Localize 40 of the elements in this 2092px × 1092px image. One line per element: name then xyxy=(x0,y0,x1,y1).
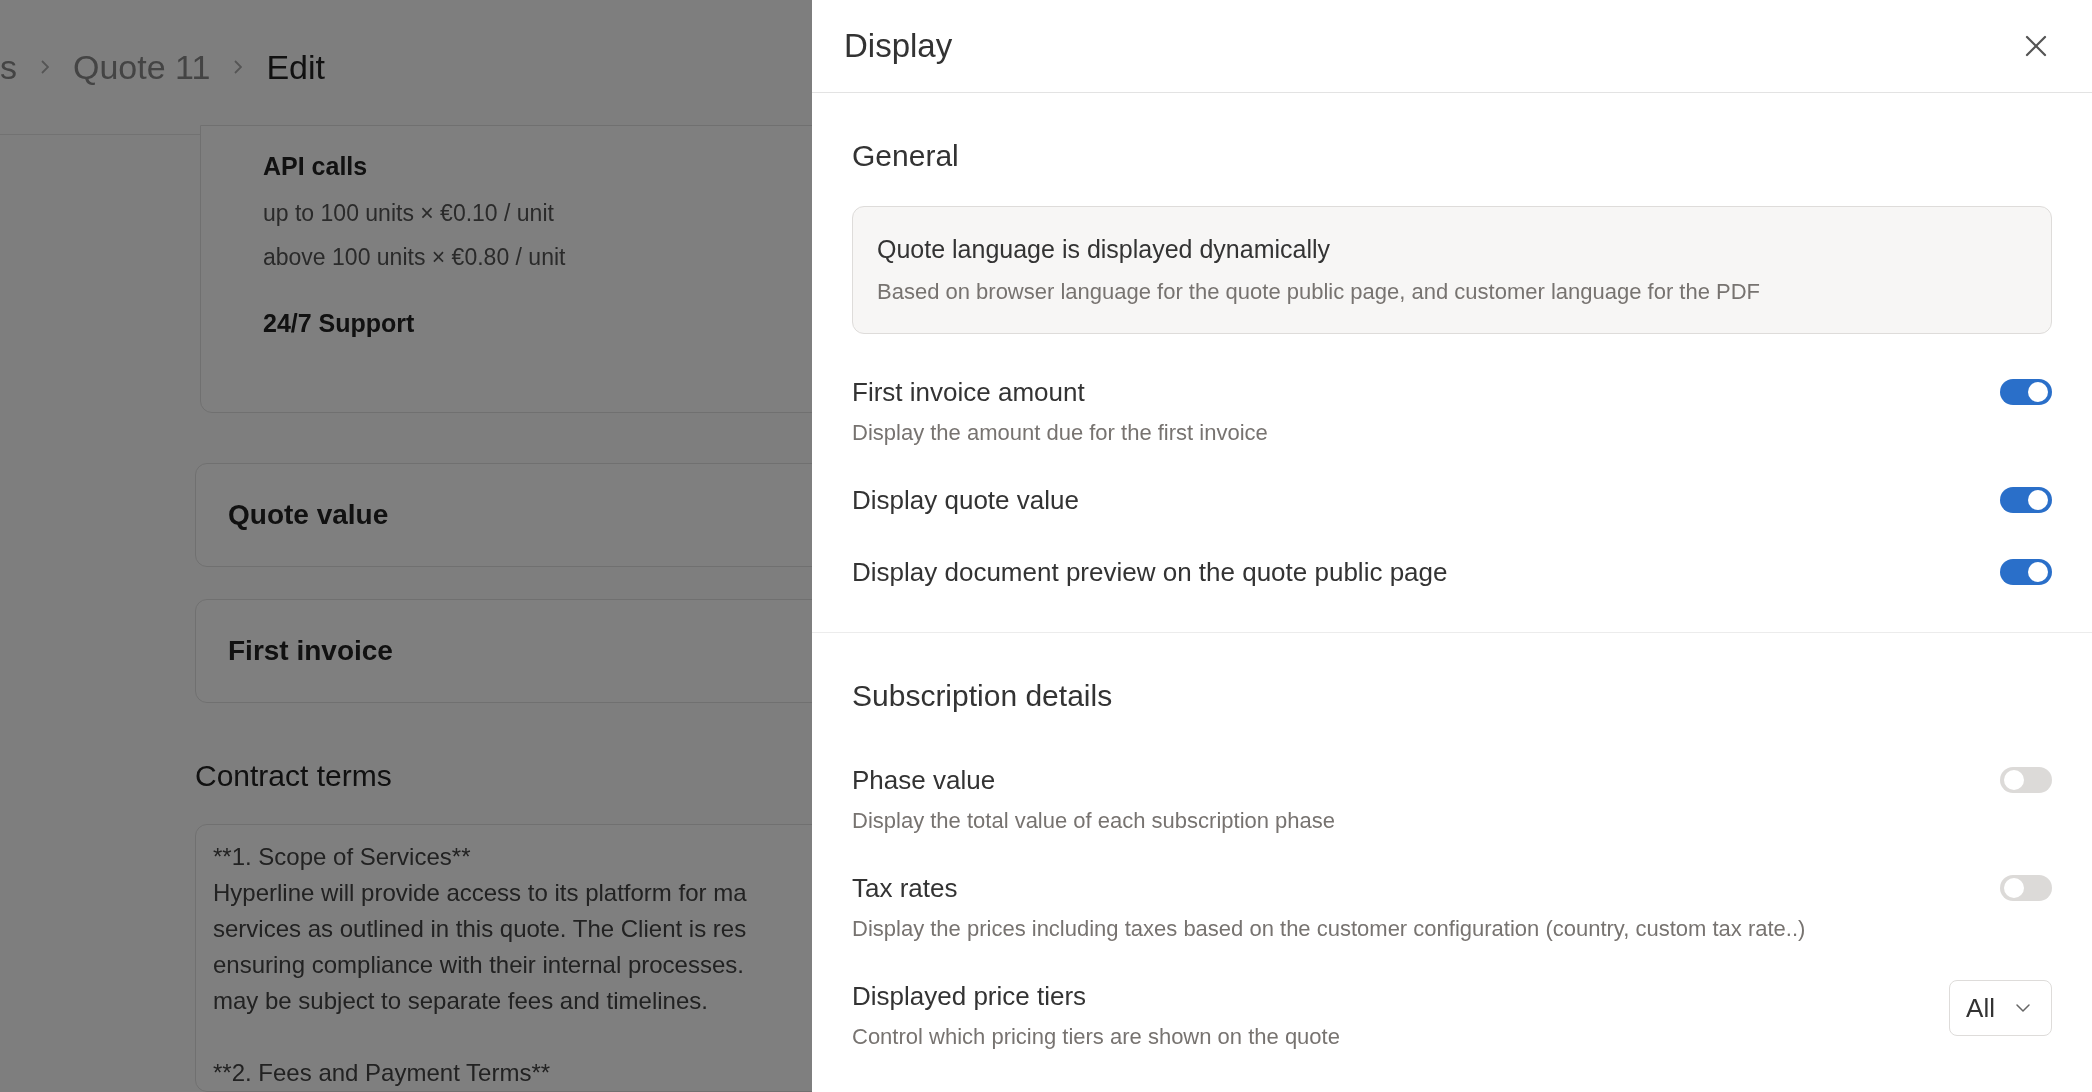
breadcrumb-item[interactable]: Quote 11 xyxy=(73,41,211,93)
setting-title: Tax rates xyxy=(852,872,959,904)
setting-title: Display quote value xyxy=(852,484,1079,516)
terms-line: **1. Scope of Services** xyxy=(213,842,472,872)
notice-text: Based on browser language for the quote public page, and customer language for the PDF xyxy=(877,278,1762,306)
terms-line: **2. Fees and Payment Terms** xyxy=(213,1058,552,1088)
chevron-right-icon xyxy=(234,60,243,74)
toggle-switch[interactable] xyxy=(2000,767,2052,793)
setting-title: First invoice amount xyxy=(852,376,1086,408)
breadcrumb-item: Edit xyxy=(266,46,325,88)
terms-textarea[interactable] xyxy=(195,824,812,1092)
tier-line: up to 100 units × €0.10 / unit xyxy=(263,198,555,228)
summary-title: Quote value xyxy=(228,498,389,532)
setting-description: Display the prices including taxes based on the customer configuration (country, custom tax rate..) xyxy=(852,915,1806,943)
notice-title: Quote language is displayed dynamically xyxy=(877,234,1332,265)
terms-line: services as outlined in this quote. The Client is res xyxy=(213,914,748,944)
setting-title: Display document preview on the quote public page xyxy=(852,556,1448,588)
tier-line: above 100 units × €0.80 / unit xyxy=(263,243,567,272)
toggle-switch[interactable] xyxy=(2000,379,2052,405)
toggle-switch[interactable] xyxy=(2000,875,2052,901)
section-heading: General xyxy=(852,138,960,174)
toggle-switch[interactable] xyxy=(2000,487,2052,513)
tier-heading: API calls xyxy=(263,151,369,182)
terms-line: may be subject to separate fees and timelines. xyxy=(213,986,709,1016)
section-title: Contract terms xyxy=(195,759,392,792)
panel-title: Display xyxy=(844,26,953,67)
setting-title: Displayed price tiers xyxy=(852,980,1088,1012)
terms-line: Hyperline will provide access to its platform for ma xyxy=(213,878,748,908)
setting-description: Control which pricing tiers are shown on the quote xyxy=(852,1023,1340,1051)
section-heading: Subscription details xyxy=(852,678,1114,714)
tier-heading: 24/7 Support xyxy=(263,307,416,339)
setting-description: Display the total value of each subscription phase xyxy=(852,807,1336,835)
chevron-right-icon xyxy=(41,60,49,74)
terms-line: ensuring compliance with their internal processes. xyxy=(213,950,745,980)
tier-select[interactable]: All xyxy=(1949,980,2052,1036)
setting-title: Phase value xyxy=(852,764,997,796)
breadcrumb-item[interactable]: s xyxy=(0,41,17,93)
summary-title: First invoice xyxy=(228,634,393,668)
setting-description: Display the amount due for the first invoice xyxy=(852,419,1268,447)
toggle-switch[interactable] xyxy=(2000,559,2052,585)
